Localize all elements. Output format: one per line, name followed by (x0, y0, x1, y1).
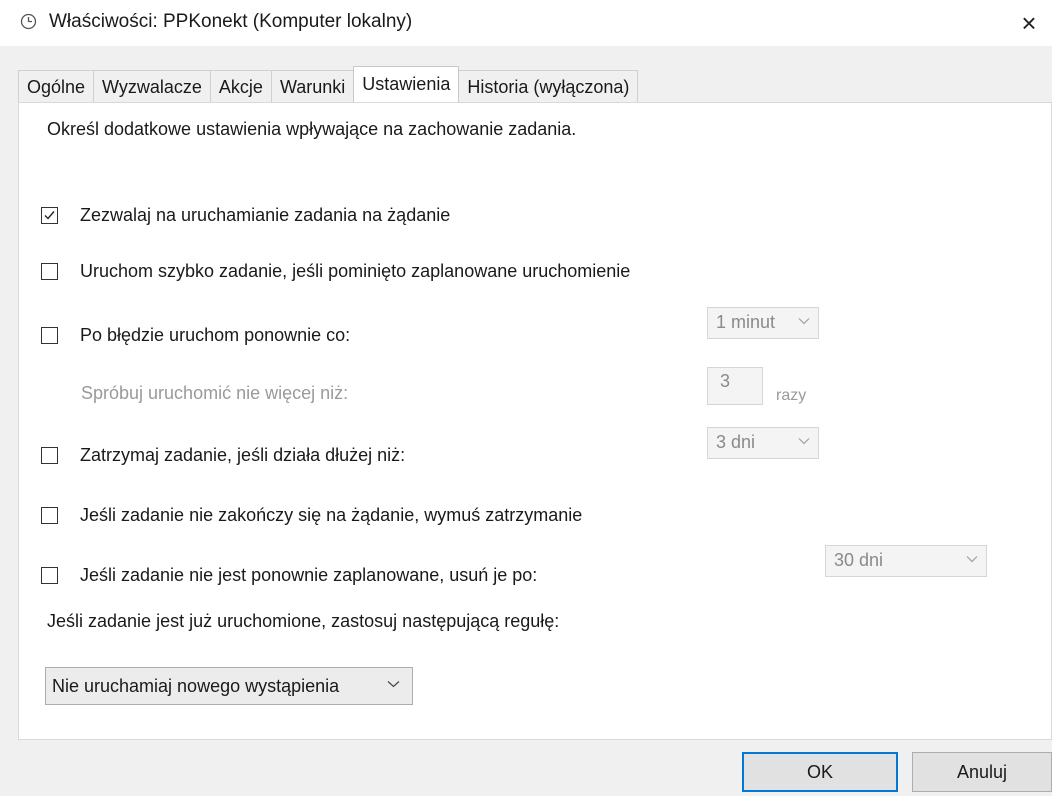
clock-icon (20, 13, 37, 30)
chevron-down-icon (966, 556, 978, 563)
cancel-button[interactable]: Anuluj (912, 752, 1052, 792)
close-icon: × (1021, 7, 1037, 38)
running-rule-select[interactable]: Nie uruchamiaj nowego wystąpienia (45, 667, 413, 705)
force-stop-checkbox[interactable] (41, 506, 58, 524)
stop-long-row: Zatrzymaj zadanie, jeśli działa dłużej n… (41, 443, 405, 467)
checkmark-icon (44, 210, 55, 220)
running-rule-label: Jeśli zadanie jest już uruchomione, zast… (47, 611, 560, 631)
delete-after-label: Jeśli zadanie nie jest ponownie zaplanow… (80, 564, 538, 585)
tab-history[interactable]: Historia (wyłączona) (458, 70, 639, 102)
tab-actions[interactable]: Akcje (209, 70, 272, 102)
run-missed-label: Uruchom szybko zadanie, jeśli pominięto … (80, 260, 631, 281)
restart-interval-select[interactable]: 1 minut (707, 307, 819, 339)
run-missed-row: Uruchom szybko zadanie, jeśli pominięto … (41, 259, 630, 283)
tab-triggers[interactable]: Wyzwalacze (93, 70, 211, 102)
ok-button[interactable]: OK (742, 752, 898, 792)
chevron-down-icon (798, 438, 810, 445)
restart-on-fail-row: Po błędzie uruchom ponownie co: (41, 323, 350, 347)
tab-conditions[interactable]: Warunki (270, 70, 355, 102)
running-rule-value: Nie uruchamiaj nowego wystąpienia (52, 676, 340, 696)
close-button[interactable]: × (1006, 0, 1052, 46)
delete-duration-value: 30 dni (834, 550, 884, 570)
restart-interval-value: 1 minut (716, 312, 776, 332)
tab-general[interactable]: Ogólne (18, 70, 95, 102)
stop-duration-select[interactable]: 3 dni (707, 427, 819, 459)
force-stop-row: Jeśli zadanie nie zakończy się na żądani… (41, 503, 582, 527)
chevron-down-icon (798, 318, 810, 325)
retry-count-input[interactable]: 3 (707, 367, 763, 405)
restart-on-fail-label: Po błędzie uruchom ponownie co: (80, 324, 351, 345)
title-bar: Właściwości: PPKonekt (Komputer lokalny)… (0, 0, 1052, 46)
retry-label: Spróbuj uruchomić nie więcej niż: (81, 383, 349, 403)
tab-strip: Ogólne Wyzwalacze Akcje Warunki Ustawien… (18, 66, 639, 102)
restart-on-fail-checkbox[interactable] (41, 326, 58, 344)
tab-settings[interactable]: Ustawienia (353, 66, 460, 102)
retry-count-value: 3 (720, 371, 731, 391)
stop-long-label: Zatrzymaj zadanie, jeśli działa dłużej n… (80, 444, 406, 465)
stop-long-checkbox[interactable] (41, 446, 58, 464)
delete-after-checkbox[interactable] (41, 566, 58, 584)
allow-on-demand-checkbox[interactable] (41, 206, 58, 224)
window-title: Właściwości: PPKonekt (Komputer lokalny) (49, 11, 413, 32)
chevron-down-icon (387, 681, 400, 688)
allow-on-demand-label: Zezwalaj na uruchamianie zadania na żąda… (80, 204, 451, 225)
run-missed-checkbox[interactable] (41, 262, 58, 280)
delete-duration-select[interactable]: 30 dni (825, 545, 987, 577)
stop-duration-value: 3 dni (716, 432, 756, 452)
allow-on-demand-row: Zezwalaj na uruchamianie zadania na żąda… (41, 203, 450, 227)
settings-panel: Określ dodatkowe ustawienia wpływające n… (18, 102, 1052, 740)
retry-unit: razy (776, 387, 807, 404)
delete-after-row: Jeśli zadanie nie jest ponownie zaplanow… (41, 563, 537, 587)
settings-description: Określ dodatkowe ustawienia wpływające n… (47, 119, 577, 139)
force-stop-label: Jeśli zadanie nie zakończy się na żądani… (80, 504, 583, 525)
